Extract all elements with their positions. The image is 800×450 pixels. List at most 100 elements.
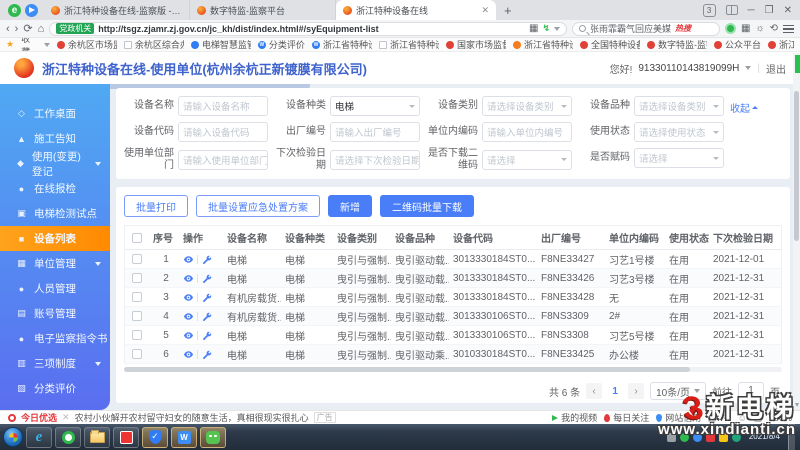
settings-icon[interactable]: ☼ <box>755 23 764 34</box>
search-box[interactable]: 张雨霏霸气回应美媒 热搜 <box>571 21 720 36</box>
next-page-button[interactable]: › <box>628 383 645 399</box>
lightning-icon[interactable]: ↯ <box>542 23 550 34</box>
daily-follow-link[interactable]: 每日关注 <box>604 411 649 424</box>
bookmark-item[interactable]: W浙江省特种设备 <box>311 38 372 51</box>
forward-button[interactable]: › <box>15 21 19 37</box>
bookmark-item[interactable]: 余杭区综合办公 <box>123 38 184 51</box>
start-button[interactable] <box>3 427 23 447</box>
my-videos-link[interactable]: 我的视频 <box>552 411 597 424</box>
scrollbar-thumb[interactable] <box>124 367 690 372</box>
taskbar-ie-button[interactable]: e <box>26 426 52 448</box>
bookmark-item[interactable]: 全国特种设备公 <box>579 38 640 51</box>
bookmark-item[interactable]: 公众平台 <box>713 38 761 51</box>
taskbar-explorer-button[interactable] <box>84 426 110 448</box>
chevron-down-icon[interactable] <box>745 66 752 70</box>
logout-button[interactable]: 退出 <box>766 61 786 76</box>
filter-select[interactable]: 请选择 <box>634 148 724 168</box>
filter-select[interactable]: 请选择使用状态 <box>634 122 724 142</box>
row-checkbox[interactable] <box>132 273 142 283</box>
address-bar[interactable]: 党政机关 http://tsgz.zjamr.zj.gov.cn/jc_kh/d… <box>49 21 567 36</box>
prev-page-button[interactable]: ‹ <box>586 383 603 399</box>
close-window-button[interactable]: ✕ <box>784 5 792 16</box>
sidebar-collapse-button[interactable] <box>0 84 110 101</box>
close-ad-icon[interactable]: ✕ <box>62 412 70 423</box>
bookmark-item[interactable]: 数字特监-监察平 <box>646 38 707 51</box>
view-icon[interactable] <box>183 292 194 303</box>
batch-emergency-plan-button[interactable]: 批量设置应急处置方案 <box>196 195 320 217</box>
taskbar-app-red-button[interactable] <box>113 426 139 448</box>
sidebar-item-unit-management[interactable]: ▦ 单位管理 <box>0 251 110 276</box>
maintain-icon[interactable] <box>201 273 212 284</box>
batch-print-button[interactable]: 批量打印 <box>124 195 188 217</box>
maximize-button[interactable]: ❐ <box>765 5 774 16</box>
boost-mode-icon[interactable] <box>25 3 38 17</box>
home-button[interactable]: ⌂ <box>38 21 45 37</box>
maintain-icon[interactable] <box>201 349 212 360</box>
taskbar-browser-button[interactable] <box>55 426 81 448</box>
current-page[interactable]: 1 <box>608 386 622 397</box>
sidebar-item-personnel-management[interactable]: ● 人员管理 <box>0 276 110 301</box>
account-number[interactable]: 91330110143819099H <box>638 63 739 74</box>
layout-panels-icon[interactable] <box>725 5 738 15</box>
chevron-down-icon[interactable] <box>43 42 50 47</box>
filter-date[interactable]: 请选择下次检验日期 <box>330 149 420 170</box>
grid-icon[interactable]: ▦ <box>529 23 538 34</box>
view-icon[interactable] <box>183 273 194 284</box>
browser-tab-2[interactable]: 数字特监-监察平台 <box>190 0 336 20</box>
add-new-button[interactable]: 新增 <box>328 195 372 217</box>
maintain-icon[interactable] <box>201 292 212 303</box>
refresh-button[interactable]: ⟳ <box>23 21 32 37</box>
view-icon[interactable] <box>183 311 194 322</box>
sidebar-item-online-inspection[interactable]: ● 在线报检 <box>0 176 110 201</box>
maintain-icon[interactable] <box>201 330 212 341</box>
sidebar-item-device-list[interactable]: ■ 设备列表 <box>0 226 110 251</box>
filter-input[interactable]: 请输入使用单位部门 <box>178 149 268 170</box>
sidebar-item-account-management[interactable]: ▤ 账号管理 <box>0 301 110 326</box>
tab-close-icon[interactable]: ✕ <box>481 5 489 16</box>
scrollbar-thumb[interactable] <box>794 91 799 241</box>
sidebar-item-construction-notice[interactable]: ▲ 施工告知 <box>0 126 110 151</box>
bookmark-item[interactable]: 浙江省特种设备 <box>378 38 439 51</box>
sidebar-item-three-systems[interactable]: ▥ 三项制度 <box>0 351 110 376</box>
chevron-down-icon[interactable] <box>553 26 560 31</box>
filter-select[interactable]: 电梯 <box>330 96 420 116</box>
browser-tab-3-active[interactable]: 浙江特种设备在线 ✕ <box>336 0 496 20</box>
sidebar-item-classification-evaluation[interactable]: ▧ 分类评价 <box>0 376 110 401</box>
bookmark-item[interactable]: 国家市场监督管 <box>445 38 506 51</box>
ad-headline[interactable]: 农村小伙解开农村留守妇女的随意生活，真相很现实很扎心 <box>75 411 309 424</box>
maintain-icon[interactable] <box>201 311 212 322</box>
bookmark-item[interactable]: 电梯智慧监管平 <box>190 38 251 51</box>
filter-input[interactable]: 请输入出厂编号 <box>330 122 420 142</box>
row-checkbox[interactable] <box>132 311 142 321</box>
new-tab-button[interactable]: + <box>504 3 512 18</box>
favorites-star-icon[interactable]: ★ <box>6 39 14 50</box>
row-checkbox[interactable] <box>132 254 142 264</box>
page-vertical-scrollbar[interactable] <box>793 53 800 409</box>
sidebar-item-workbench[interactable]: ◇ 工作桌面 <box>0 101 110 126</box>
favorites-label[interactable]: 收藏 <box>21 38 37 51</box>
bookmark-item[interactable]: 余杭区市场监管 <box>56 38 117 51</box>
bookmark-item[interactable]: 浙江省特种设备 <box>512 38 573 51</box>
minimize-button[interactable]: ─ <box>748 5 755 16</box>
side-plugin-handle[interactable] <box>795 55 800 73</box>
row-checkbox[interactable] <box>132 292 142 302</box>
bookmark-item[interactable]: 浙江省特种设备 <box>767 38 794 51</box>
browser-tab-1[interactable]: 浙江特种设备在线-监察版 - 使.. <box>44 0 190 20</box>
taskbar-w-app-button[interactable]: W <box>171 426 197 448</box>
menu-icon[interactable] <box>783 24 794 33</box>
back-button[interactable]: ‹ <box>6 21 10 37</box>
apps-grid-icon[interactable]: ▦ <box>741 23 750 34</box>
filter-input[interactable]: 请输入设备代码 <box>178 122 268 142</box>
security-status-icon[interactable] <box>724 23 736 34</box>
tab-count-badge[interactable]: 3 <box>702 3 716 17</box>
history-undo-icon[interactable]: ⟲ <box>770 23 778 34</box>
bookmark-item[interactable]: W 分类评价 <box>257 38 305 51</box>
filter-select[interactable]: 请选择设备类别 <box>482 96 572 116</box>
view-icon[interactable] <box>183 254 194 265</box>
maintain-icon[interactable] <box>201 254 212 265</box>
filter-select[interactable]: 请选择 <box>482 149 572 170</box>
taskbar-security-button[interactable]: ✓ <box>142 426 168 448</box>
sidebar-item-e-supervision-order[interactable]: ● 电子监察指令书 <box>0 326 110 351</box>
filter-input[interactable]: 请输入单位内编号 <box>482 122 572 142</box>
qrcode-batch-download-button[interactable]: 二维码批量下载 <box>380 195 474 217</box>
